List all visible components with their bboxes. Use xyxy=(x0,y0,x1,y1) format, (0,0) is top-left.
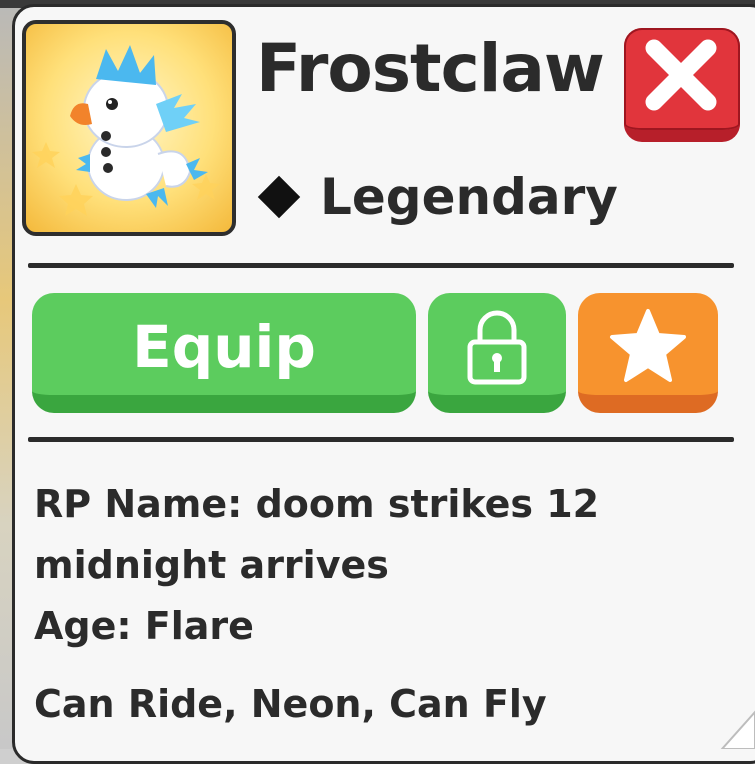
scroll-corner-icon xyxy=(720,710,755,749)
lock-button[interactable] xyxy=(428,293,566,413)
favorite-button[interactable] xyxy=(578,293,718,413)
pet-name: Frostclaw xyxy=(256,30,605,107)
close-button[interactable] xyxy=(624,28,740,142)
equip-button[interactable]: Equip xyxy=(32,293,416,413)
pet-flags: Can Ride, Neon, Can Fly xyxy=(34,682,547,726)
rarity-diamond-icon xyxy=(257,175,301,219)
frostclaw-pet-icon xyxy=(32,45,220,216)
pet-image-frame xyxy=(22,20,236,236)
divider-bottom xyxy=(28,437,734,442)
rarity-label: Legendary xyxy=(320,168,618,226)
pet-age: Age: Flare xyxy=(34,604,254,648)
close-icon xyxy=(645,39,717,111)
lock-icon xyxy=(467,310,527,385)
rp-name-line-1: RP Name: doom strikes 12 xyxy=(34,482,600,526)
equip-button-label: Equip xyxy=(132,313,316,381)
divider-top xyxy=(28,263,734,268)
rarity-row: Legendary xyxy=(254,168,618,226)
star-icon xyxy=(610,309,686,382)
pet-details: RP Name: doom strikes 12 midnight arrive… xyxy=(34,474,734,735)
rp-name-line-2: midnight arrives xyxy=(34,543,389,587)
